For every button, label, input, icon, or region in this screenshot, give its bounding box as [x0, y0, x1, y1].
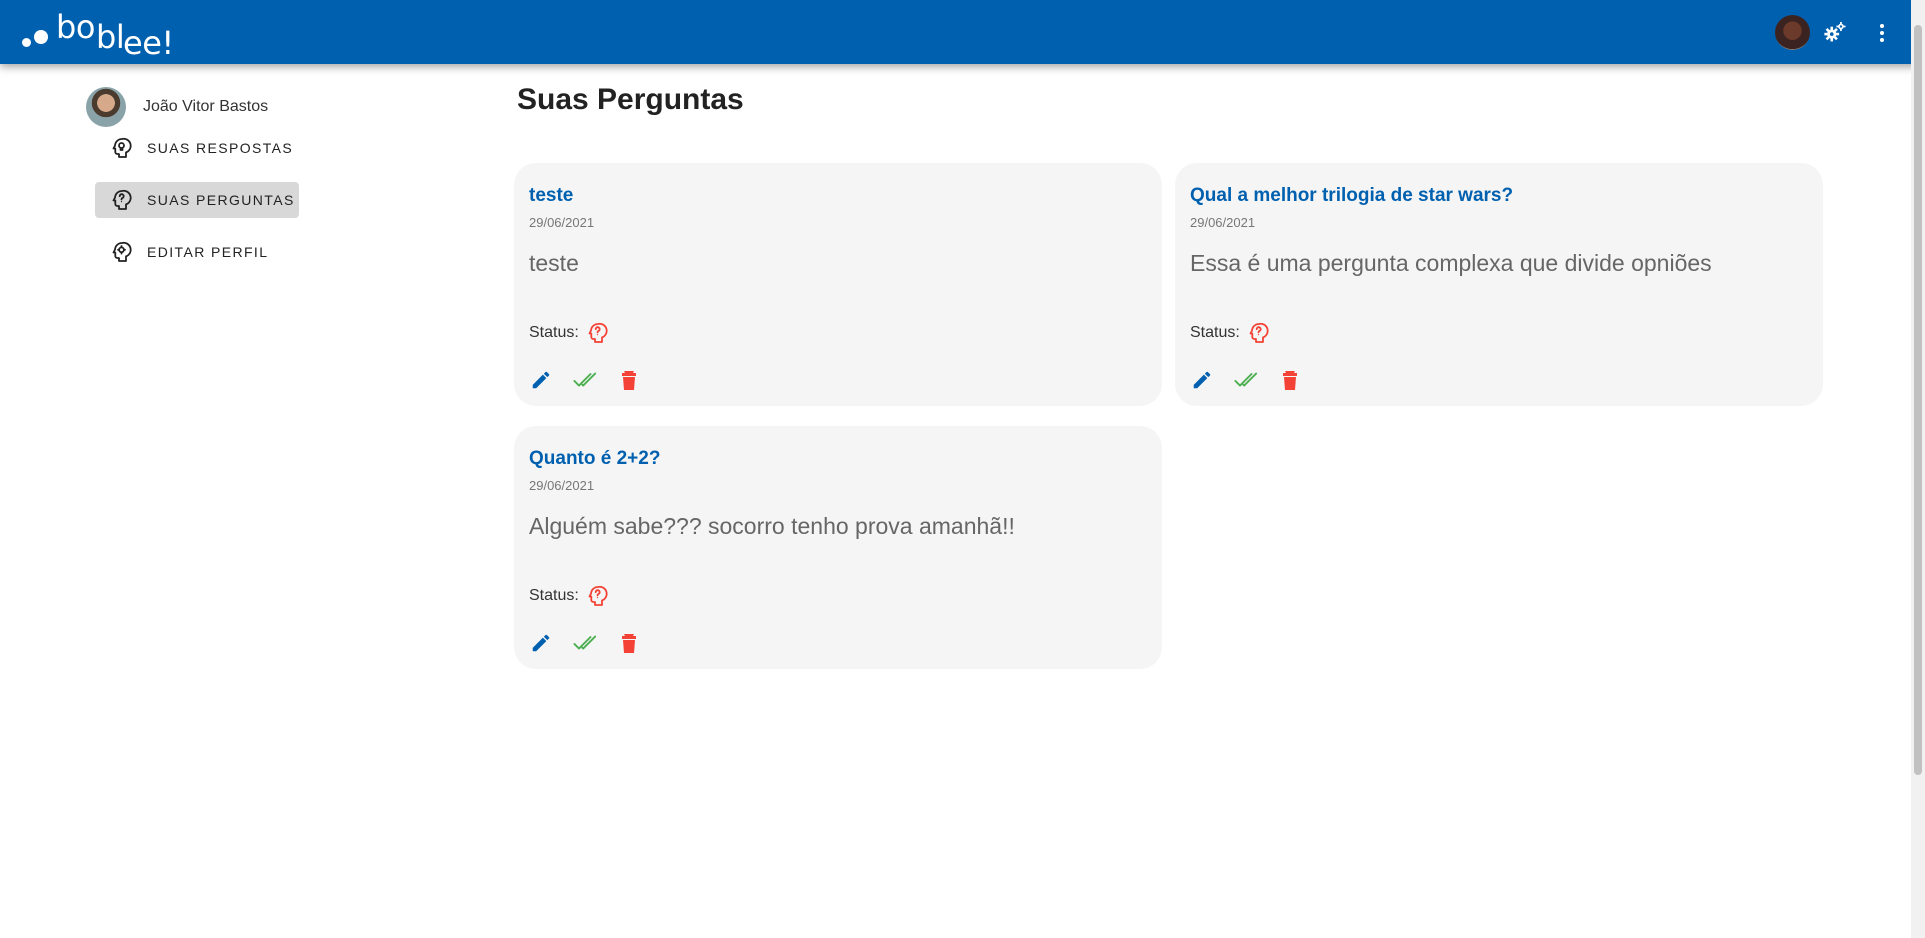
- gears-icon: [1824, 21, 1846, 42]
- question-actions: [1190, 368, 1322, 392]
- mark-answered-button[interactable]: [1234, 368, 1258, 392]
- more-options-button[interactable]: [1868, 19, 1896, 47]
- status-label: Status:: [529, 587, 579, 604]
- double-check-icon: [1234, 372, 1258, 387]
- logo-dot-small: [22, 38, 31, 47]
- user-avatar: [86, 87, 126, 127]
- lightbulb-head-icon: [112, 137, 132, 158]
- question-title[interactable]: Quanto é 2+2?: [529, 448, 660, 470]
- sidebar-item-suas-respostas[interactable]: SUAS RESPOSTAS: [95, 130, 299, 166]
- sidebar-nav: SUAS RESPOSTAS SUAS PERGUNTAS EDITAR PER…: [95, 130, 299, 286]
- trash-icon: [622, 371, 636, 390]
- delete-button[interactable]: [617, 368, 641, 392]
- sidebar-item-editar-perfil[interactable]: EDITAR PERFIL: [95, 234, 299, 270]
- question-title[interactable]: Qual a melhor trilogia de star wars?: [1190, 185, 1513, 207]
- gear-head-icon: [112, 241, 132, 262]
- question-status: Status:: [529, 321, 609, 345]
- question-body: Essa é uma pergunta complexa que divide …: [1190, 250, 1712, 276]
- sidebar-item-suas-perguntas[interactable]: SUAS PERGUNTAS: [95, 182, 299, 218]
- question-head-icon: [588, 322, 608, 343]
- trash-icon: [1283, 371, 1297, 390]
- question-actions: [529, 631, 661, 655]
- sidebar-item-label: SUAS PERGUNTAS: [147, 192, 295, 208]
- question-body: Alguém sabe??? socorro tenho prova amanh…: [529, 513, 1015, 539]
- sidebar-item-label: SUAS RESPOSTAS: [147, 140, 294, 156]
- question-status: Status:: [1190, 321, 1270, 345]
- settings-button[interactable]: [1821, 19, 1849, 47]
- logo-text-part: bo: [56, 8, 95, 46]
- delete-button[interactable]: [1278, 368, 1302, 392]
- question-body: teste: [529, 250, 579, 276]
- edit-button[interactable]: [1190, 368, 1214, 392]
- user-name: João Vitor Bastos: [143, 98, 269, 115]
- question-actions: [529, 368, 661, 392]
- pencil-icon: [532, 371, 550, 389]
- sidebar-item-label: EDITAR PERFIL: [147, 244, 269, 260]
- logo-text-part: ee!: [123, 24, 174, 62]
- header-avatar[interactable]: [1775, 15, 1810, 50]
- app-logo[interactable]: bo bl ee!: [20, 8, 180, 62]
- double-check-icon: [573, 635, 597, 650]
- page-scrollbar[interactable]: [1911, 0, 1925, 938]
- mark-answered-button[interactable]: [573, 631, 597, 655]
- question-card: Qual a melhor trilogia de star wars? 29/…: [1175, 163, 1823, 406]
- user-profile: João Vitor Bastos: [86, 87, 268, 127]
- logo-text-part: bl: [96, 18, 125, 56]
- more-vertical-icon: [1880, 24, 1884, 42]
- question-head-icon: [1249, 322, 1269, 343]
- question-head-icon: [588, 585, 608, 606]
- question-date: 29/06/2021: [529, 215, 595, 230]
- status-label: Status:: [1190, 324, 1240, 341]
- logo-dot-big: [34, 30, 48, 44]
- scrollbar-thumb[interactable]: [1914, 25, 1922, 775]
- app-header: bo bl ee!: [0, 0, 1925, 64]
- trash-icon: [622, 634, 636, 653]
- double-check-icon: [573, 372, 597, 387]
- question-card: teste 29/06/2021 teste Status:: [514, 163, 1162, 406]
- mark-answered-button[interactable]: [573, 368, 597, 392]
- page-title: Suas Perguntas: [517, 83, 744, 116]
- pencil-icon: [532, 634, 550, 652]
- status-label: Status:: [529, 324, 579, 341]
- edit-button[interactable]: [529, 631, 553, 655]
- pencil-icon: [1193, 371, 1211, 389]
- question-card: Quanto é 2+2? 29/06/2021 Alguém sabe??? …: [514, 426, 1162, 669]
- question-date: 29/06/2021: [529, 478, 595, 493]
- question-title[interactable]: teste: [529, 185, 573, 207]
- question-date: 29/06/2021: [1190, 215, 1256, 230]
- question-status: Status:: [529, 584, 609, 608]
- edit-button[interactable]: [529, 368, 553, 392]
- delete-button[interactable]: [617, 631, 641, 655]
- question-head-icon: [112, 189, 132, 210]
